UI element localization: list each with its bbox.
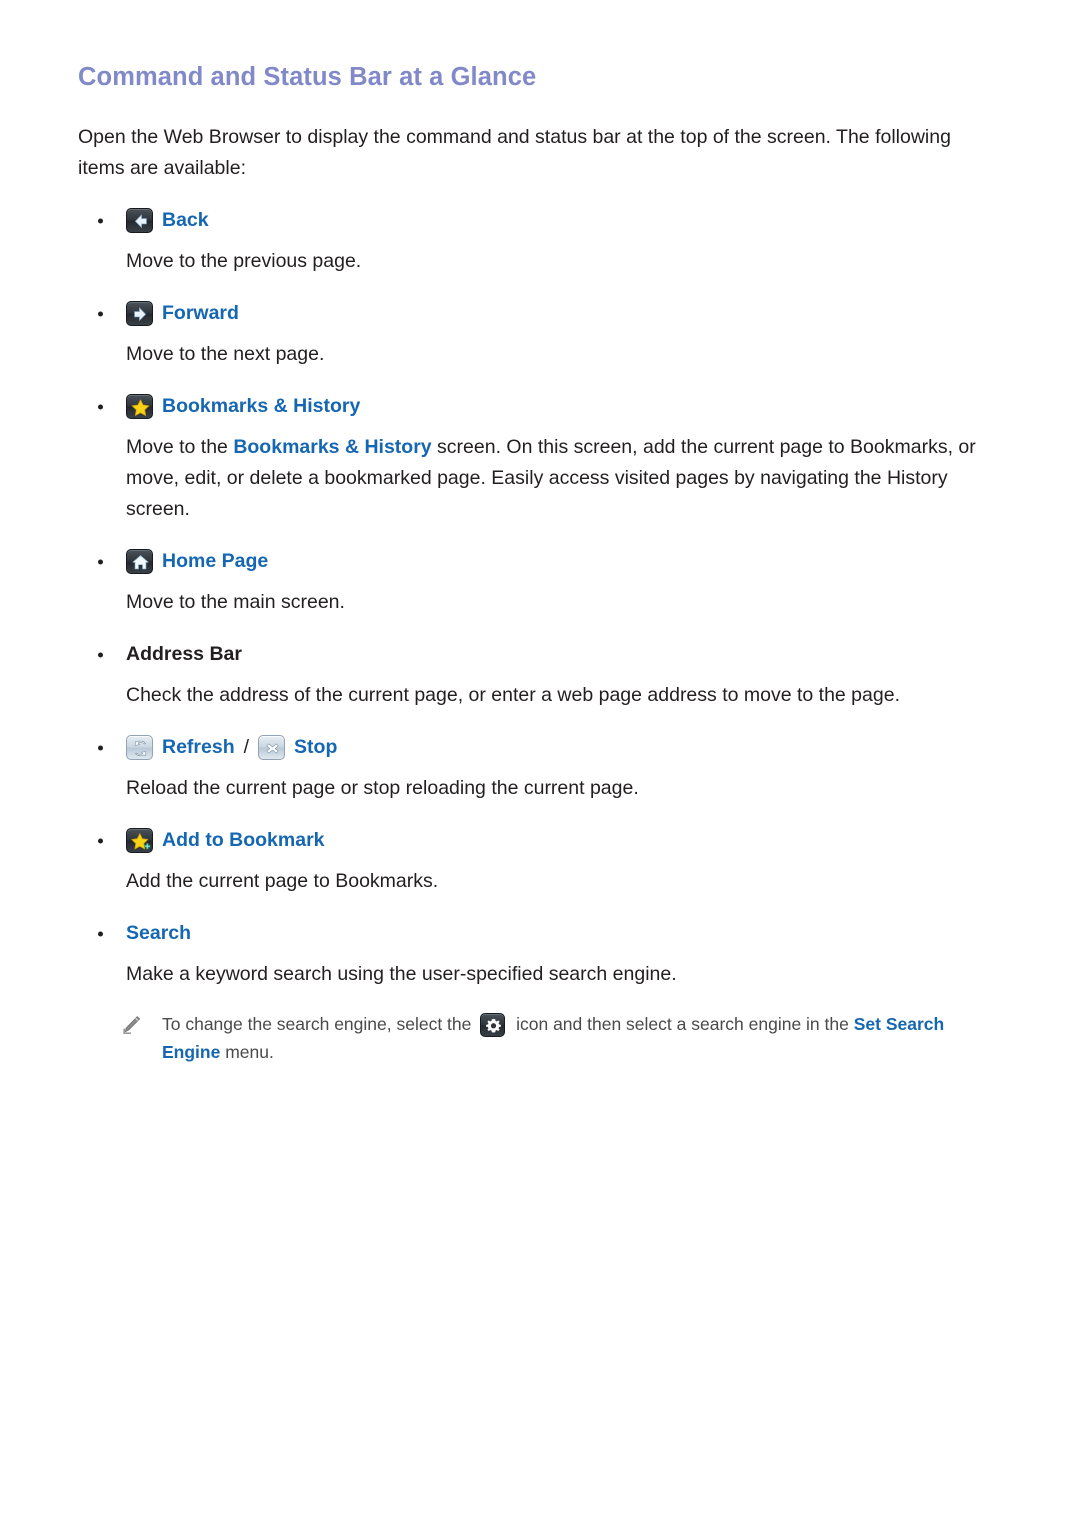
list-item-search: Search Make a keyword search using the u… [78, 917, 1002, 1066]
item-header-bookmarks-history: Bookmarks & History [78, 390, 1002, 424]
item-label-address-bar: Address Bar [126, 643, 242, 666]
intro-paragraph: Open the Web Browser to display the comm… [78, 125, 951, 179]
item-label-search[interactable]: Search [126, 924, 191, 944]
item-description-back: Move to the previous page. [126, 249, 362, 272]
list-item-add-to-bookmark: Add to Bookmark Add the current page to … [78, 824, 1002, 897]
item-header-forward: Forward [78, 297, 1002, 331]
bullet-point [98, 218, 103, 224]
list-item-address-bar: Address Bar Check the address of the cur… [78, 638, 1002, 711]
list-item-forward: Forward Move to the next page. [78, 297, 1002, 370]
item-header-add-to-bookmark: Add to Bookmark [78, 824, 1002, 858]
item-description-address-bar: Check the address of the current page, o… [126, 683, 900, 706]
home-icon[interactable] [126, 549, 153, 575]
note-block: To change the search engine, select the … [120, 1010, 1002, 1066]
item-header-back: Back [78, 204, 1002, 238]
item-label-back[interactable]: Back [162, 211, 209, 231]
item-description-refresh-stop: Reload the current page or stop reloadin… [126, 776, 639, 799]
item-label-forward[interactable]: Forward [162, 304, 239, 324]
item-header-address-bar: Address Bar [78, 638, 1002, 672]
item-header-refresh-stop: Refresh / Stop [78, 731, 1002, 765]
item-description-search: Make a keyword search using the user-spe… [126, 962, 677, 985]
bullet-point [98, 559, 103, 565]
stop-x-icon[interactable] [258, 735, 286, 761]
note-text: To change the search engine, select the … [162, 1010, 1002, 1066]
list-item-refresh-stop: Refresh / Stop Reload the current page o… [78, 731, 1002, 804]
bullet-point [98, 311, 103, 317]
refresh-icon[interactable] [126, 735, 153, 761]
item-label-add-to-bookmark[interactable]: Add to Bookmark [162, 831, 325, 851]
list-item-bookmarks-history: Bookmarks & History Move to the Bookmark… [78, 390, 1002, 525]
page-title: Command and Status Bar at a Glance [78, 63, 537, 91]
list-item-back: Back Move to the previous page. [78, 204, 1002, 277]
note-text-part2: icon and then select a search engine in … [511, 1013, 854, 1034]
label-separator: / [243, 736, 250, 759]
bullet-point [98, 838, 103, 844]
item-description-add-to-bookmark: Add the current page to Bookmarks. [126, 869, 439, 892]
item-description-home-page: Move to the main screen. [126, 590, 345, 613]
item-description-forward: Move to the next page. [126, 342, 325, 365]
note-text-part3: menu. [220, 1041, 274, 1062]
bullet-point [98, 652, 103, 658]
star-icon[interactable] [126, 394, 153, 420]
command-item-list: Back Move to the previous page. Forward … [78, 204, 1002, 1066]
bullet-point [98, 931, 103, 937]
forward-arrow-icon[interactable] [126, 301, 153, 327]
item-header-home-page: Home Page [78, 545, 1002, 579]
gear-icon[interactable] [480, 1013, 506, 1038]
item-label-stop[interactable]: Stop [294, 738, 337, 758]
document-page: Command and Status Bar at a Glance Open … [0, 0, 1080, 1527]
item-description-bookmarks-history: Move to the Bookmarks & History screen. … [126, 432, 1002, 525]
pencil-icon [120, 1014, 142, 1038]
item-label-bookmarks-history[interactable]: Bookmarks & History [162, 397, 360, 417]
item-label-home-page[interactable]: Home Page [162, 552, 268, 572]
bullet-point [98, 745, 103, 751]
inline-link-bookmarks-history[interactable]: Bookmarks & History [233, 436, 431, 458]
bullet-point [98, 404, 103, 410]
item-header-search: Search [78, 917, 1002, 951]
note-text-part1: To change the search engine, select the [162, 1013, 477, 1034]
item-label-refresh[interactable]: Refresh [162, 738, 235, 758]
star-plus-icon[interactable] [126, 828, 153, 854]
list-item-home-page: Home Page Move to the main screen. [78, 545, 1002, 618]
desc-text-before: Move to the [126, 435, 234, 458]
back-arrow-icon[interactable] [126, 208, 153, 234]
